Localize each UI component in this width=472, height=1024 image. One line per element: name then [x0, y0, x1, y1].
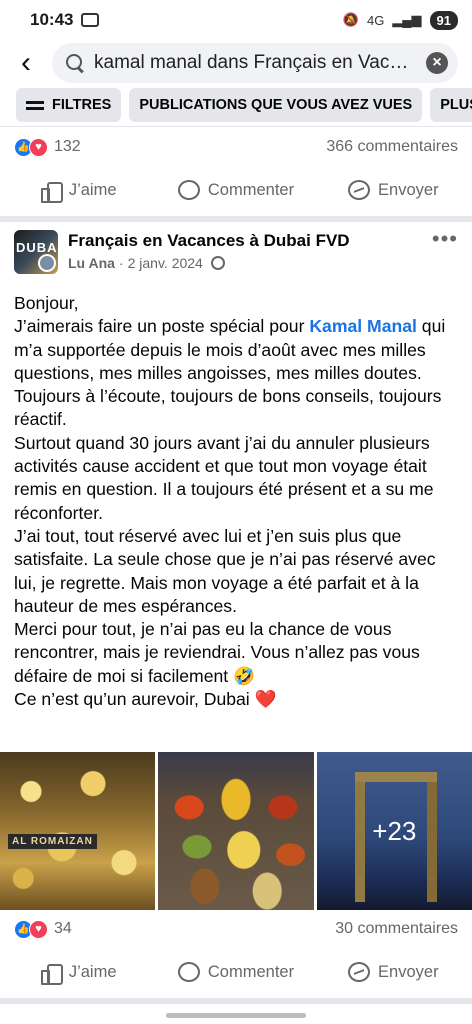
post-meta: Français en Vacances à Dubai FVD Lu Ana …: [68, 230, 432, 274]
filter-chip-seen-posts[interactable]: PUBLICATIONS QUE VOUS AVEZ VUES: [129, 88, 423, 122]
reaction-icons: 👍 ♥: [14, 137, 48, 157]
photo-grid: AL ROMAIZAN +23: [0, 752, 472, 910]
filter-chip-more[interactable]: PLUS RÉCENTS: [430, 88, 472, 122]
chip-label: FILTRES: [52, 97, 112, 113]
post-reactions[interactable]: 👍 ♥ 34 30 commentaires: [0, 914, 472, 944]
comment-icon: [177, 180, 200, 200]
filter-chips: FILTRES PUBLICATIONS QUE VOUS AVEZ VUES …: [0, 88, 472, 124]
signal-icon: ▂▄▆: [392, 12, 422, 27]
author-name[interactable]: Lu Ana: [68, 252, 115, 274]
prev-post-reactions[interactable]: 👍 ♥ 132 366 commentaires: [0, 132, 472, 162]
home-indicator[interactable]: [166, 1013, 306, 1018]
reactions-count: 132: [54, 138, 81, 155]
share-button[interactable]: Envoyer: [315, 180, 472, 200]
meta-separator: ·: [118, 255, 124, 271]
status-icons: 🔕 4G ▂▄▆ 91: [342, 10, 458, 30]
post-actions: J’aime Commenter Envoyer: [0, 950, 472, 994]
thumbs-up-icon: [40, 180, 63, 203]
more-photos-count: +23: [372, 815, 417, 846]
clear-search-icon[interactable]: ×: [426, 52, 448, 74]
battery-indicator: 91: [429, 10, 458, 30]
like-button[interactable]: J’aime: [0, 180, 157, 203]
mute-icon: 🔕: [342, 12, 359, 27]
heart-emoji: ❤️: [254, 689, 277, 710]
screen-record-icon: [81, 13, 100, 27]
search-header: ‹ kamal manal dans Français en Vacances …: [0, 40, 472, 86]
post-text: J’aimerais faire un poste spécial pour: [14, 316, 310, 337]
post-paragraph: J’ai tout, tout réservé avec lui et j’en…: [14, 525, 436, 616]
post-header: DUBA Français en Vacances à Dubai FVD Lu…: [0, 226, 472, 284]
messenger-icon: [348, 962, 371, 982]
comment-label: Commenter: [207, 180, 295, 199]
clock: 10:43: [30, 10, 74, 29]
more-options-icon[interactable]: •••: [432, 226, 458, 252]
like-label: J’aime: [68, 962, 117, 981]
post-paragraph: Surtout quand 30 jours avant j’ai du ann…: [14, 432, 434, 523]
prev-post-actions: J’aime Commenter Envoyer: [0, 168, 472, 212]
group-name[interactable]: Français en Vacances à Dubai FVD: [68, 230, 432, 252]
post-text: Ce n’est qu’un aurevoir, Dubai: [14, 689, 250, 710]
like-label: J’aime: [68, 180, 117, 199]
share-label: Envoyer: [378, 962, 439, 981]
love-reaction-icon: ♥: [29, 919, 48, 939]
search-input[interactable]: kamal manal dans Français en Vacances à …: [52, 43, 458, 83]
post-date[interactable]: 2 janv. 2024: [128, 252, 203, 274]
back-arrow-icon[interactable]: ‹: [0, 40, 52, 86]
share-label: Envoyer: [378, 180, 439, 199]
comment-button[interactable]: Commenter: [157, 962, 314, 982]
reactions-count: 34: [54, 920, 72, 937]
reaction-icons: 👍 ♥: [14, 919, 48, 939]
comment-icon: [177, 962, 200, 982]
status-bar: 10:43 🔕 4G ▂▄▆ 91: [0, 0, 472, 40]
filter-chip-filtres[interactable]: FILTRES: [16, 88, 122, 122]
post-separator: [0, 998, 472, 1004]
search-query-text: kamal manal dans Français en Vacances à …: [94, 52, 418, 73]
like-button[interactable]: J’aime: [0, 962, 157, 985]
avatar-text: DUBA: [16, 240, 58, 255]
share-button[interactable]: Envoyer: [315, 962, 472, 982]
post-paragraph: J’aimerais faire un poste spécial pour K…: [14, 315, 460, 431]
photo-dubai-frame[interactable]: +23: [316, 752, 472, 910]
post-paragraph: Merci pour tout, je n’ai pas eu la chanc…: [14, 619, 420, 686]
group-avatar[interactable]: DUBA: [14, 230, 58, 274]
messenger-icon: [348, 180, 371, 200]
comment-label: Commenter: [207, 962, 295, 981]
comment-button[interactable]: Commenter: [157, 180, 314, 200]
privacy-icon: [210, 256, 225, 270]
chip-label: PLUS RÉCENTS: [440, 97, 472, 113]
mention-link[interactable]: Kamal Manal: [309, 316, 417, 336]
photo-spice-market[interactable]: [158, 752, 314, 910]
network-label: 4G: [366, 12, 385, 28]
post-body: Bonjour, J’aimerais faire un poste spéci…: [14, 292, 460, 711]
thumbs-up-icon: [40, 962, 63, 985]
post-paragraph: Ce n’est qu’un aurevoir, Dubai ❤️: [14, 688, 460, 711]
author-avatar: [38, 254, 56, 272]
love-reaction-icon: ♥: [29, 137, 48, 157]
post-sub-meta: Lu Ana · 2 janv. 2024: [68, 252, 432, 274]
divider: [0, 126, 472, 127]
filter-icon: [26, 99, 44, 111]
comments-count[interactable]: 366 commentaires: [326, 138, 458, 156]
chip-label: PUBLICATIONS QUE VOUS AVEZ VUES: [139, 97, 413, 113]
search-icon: [66, 54, 84, 72]
comments-count[interactable]: 30 commentaires: [335, 920, 458, 938]
post-paragraph: Bonjour,: [14, 293, 79, 313]
photo-gold-souk[interactable]: AL ROMAIZAN: [0, 752, 156, 910]
post-separator: [0, 216, 472, 222]
shop-sign-text: AL ROMAIZAN: [8, 834, 97, 849]
